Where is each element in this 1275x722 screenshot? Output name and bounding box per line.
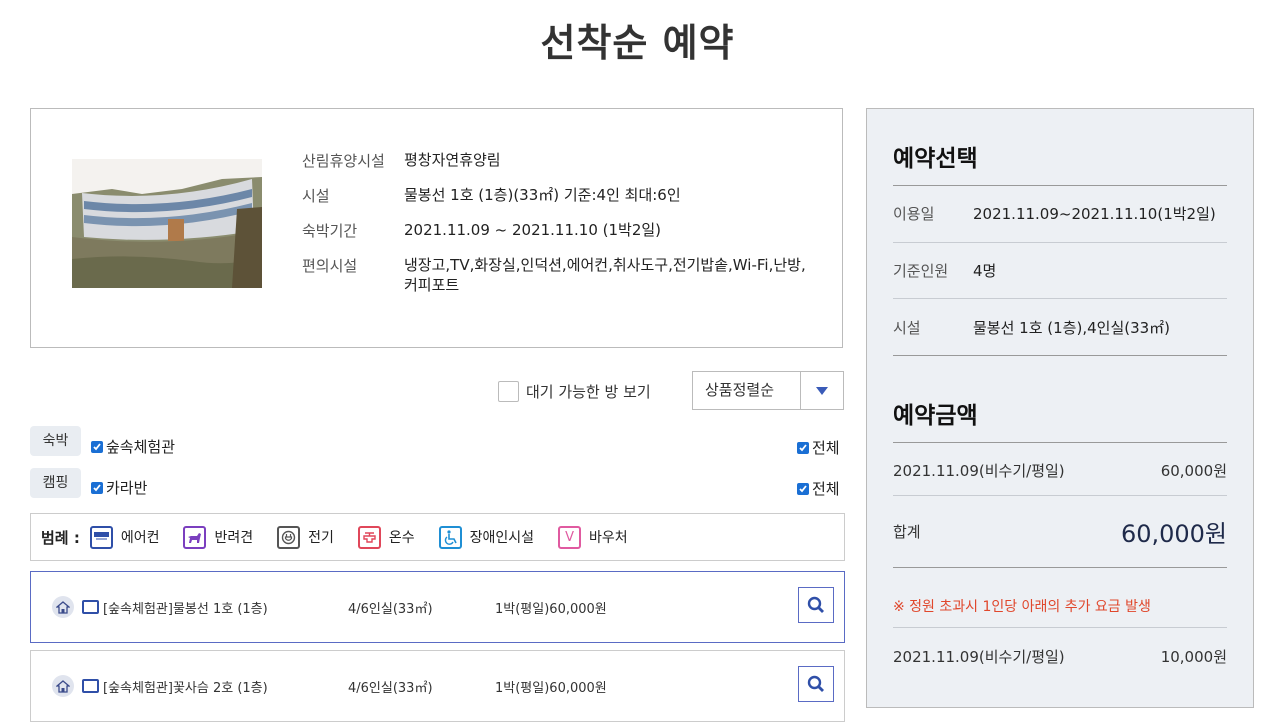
legend-label: 전기 xyxy=(308,530,334,546)
side-key: 이용일 xyxy=(893,205,935,223)
room-name: [숲속체험관]물봉선 1호 (1층) xyxy=(103,601,268,617)
waitlist-label: 대기 가능한 방 보기 xyxy=(526,383,651,401)
total-value: 60,000원 xyxy=(1120,520,1227,548)
info-key: 편의시설 xyxy=(302,257,358,275)
room-capacity: 4/6인실(33㎡) xyxy=(348,601,433,617)
checkbox-all-camping[interactable]: 전체 xyxy=(797,478,840,499)
divider xyxy=(893,627,1227,628)
checkmark-icon xyxy=(797,441,809,454)
info-value: 평창자연휴양림 xyxy=(404,151,501,169)
total-row: 합계 60,000원 xyxy=(893,514,1227,549)
info-key: 시설 xyxy=(302,187,330,205)
facility-photo xyxy=(72,149,262,288)
total-label: 합계 xyxy=(893,523,921,541)
search-icon[interactable] xyxy=(798,666,834,702)
price-date: 2021.11.09(비수기/평일) xyxy=(893,462,1065,480)
price-amount: 60,000원 xyxy=(1160,462,1227,480)
legend-item-aircon: 에어컨 xyxy=(89,525,160,549)
divider xyxy=(893,185,1227,186)
legend-item-accessible: 장애인시설 xyxy=(438,525,535,549)
side-row-date: 이용일 2021.11.09~2021.11.10(1박2일) xyxy=(893,203,1227,224)
room-row[interactable]: [숲속체험관]꽃사슴 2호 (1층) 4/6인실(33㎡) 1박(평일)60,0… xyxy=(30,650,845,722)
sort-value: 상품정렬순 xyxy=(693,372,801,409)
checkbox-all-lodging[interactable]: 전체 xyxy=(797,437,840,458)
room-price: 1박(평일)60,000원 xyxy=(495,601,607,617)
side-value: 4명 xyxy=(973,262,997,280)
divider xyxy=(893,442,1227,443)
legend-item-dog: 반려견 xyxy=(183,525,254,549)
legend-label: 온수 xyxy=(388,530,415,546)
reservation-summary-panel: 예약선택 이용일 2021.11.09~2021.11.10(1박2일) 기준인… xyxy=(866,108,1254,708)
voucher-icon: V xyxy=(558,525,582,549)
divider xyxy=(893,495,1227,496)
amount-title: 예약금액 xyxy=(893,403,978,429)
side-row-guests: 기준인원 4명 xyxy=(893,260,1227,281)
waitlist-checkbox[interactable]: 대기 가능한 방 보기 xyxy=(498,381,651,402)
checkbox-label: 카라반 xyxy=(106,479,148,497)
home-icon xyxy=(52,675,74,697)
extra-amount: 10,000원 xyxy=(1160,648,1227,666)
side-value: 2021.11.09~2021.11.10(1박2일) xyxy=(973,205,1216,223)
checkmark-icon xyxy=(797,482,809,495)
info-value: 물봉선 1호 (1층)(33㎡) 기준:4인 최대:6인 xyxy=(404,186,681,204)
sort-select[interactable]: 상품정렬순 xyxy=(692,371,844,410)
air-conditioner-icon xyxy=(82,679,99,693)
legend-label: 바우처 xyxy=(589,530,628,546)
checkbox-forest-experience[interactable]: 숲속체험관 xyxy=(91,436,175,457)
room-price: 1박(평일)60,000원 xyxy=(495,680,607,696)
info-value: 2021.11.09 ~ 2021.11.10 (1박2일) xyxy=(404,221,662,239)
plug-icon xyxy=(277,525,301,549)
side-value: 물봉선 1호 (1층),4인실(33㎡) xyxy=(973,319,1171,337)
extra-date: 2021.11.09(비수기/평일) xyxy=(893,648,1065,666)
chevron-down-icon[interactable] xyxy=(801,372,843,409)
checkbox-caravan[interactable]: 카라반 xyxy=(91,477,147,498)
dog-icon xyxy=(183,525,207,549)
legend-label: 장애인시설 xyxy=(469,530,535,546)
legend-item-voucher: V 바우처 xyxy=(558,525,628,549)
home-icon xyxy=(52,596,74,618)
checkbox-label: 숲속체험관 xyxy=(106,438,176,456)
search-icon[interactable] xyxy=(798,587,834,623)
checkmark-icon xyxy=(91,481,103,494)
legend-item-electric: 전기 xyxy=(277,525,334,549)
legend-item-hotwater: 온수 xyxy=(357,525,415,549)
checkmark-icon xyxy=(91,440,103,453)
info-row-room: 시설 물봉선 1호 (1층)(33㎡) 기준:4인 최대:6인 xyxy=(302,185,814,206)
hot-water-icon xyxy=(357,525,381,549)
info-row-period: 숙박기간 2021.11.09 ~ 2021.11.10 (1박2일) xyxy=(302,220,814,241)
facility-info-box: 산림휴양시설 평창자연휴양림 시설 물봉선 1호 (1층)(33㎡) 기준:4인… xyxy=(30,108,843,348)
side-row-room: 시설 물봉선 1호 (1층),4인실(33㎡) xyxy=(893,317,1227,338)
extra-charge-notice: ※ 정원 초과시 1인당 아래의 추가 요금 발생 xyxy=(893,599,1151,615)
side-key: 시설 xyxy=(893,319,921,337)
air-conditioner-icon xyxy=(82,600,99,614)
legend: 범례 : 에어컨 반려견 전기 온수 장애인시설 V 바우처 xyxy=(30,513,845,561)
page-title: 선착순 예약 xyxy=(540,21,735,65)
checkbox-label: 전체 xyxy=(812,480,840,498)
category-tag-camping: 캠핑 xyxy=(30,468,81,498)
wheelchair-icon xyxy=(438,525,462,549)
extra-price-line: 2021.11.09(비수기/평일) 10,000원 xyxy=(893,646,1227,667)
checkbox-box[interactable] xyxy=(498,381,519,402)
legend-label: 에어컨 xyxy=(120,530,160,546)
legend-title: 범례 : xyxy=(41,528,80,547)
checkbox-label: 전체 xyxy=(812,439,840,457)
divider xyxy=(893,355,1227,356)
divider xyxy=(893,298,1227,299)
room-name: [숲속체험관]꽃사슴 2호 (1층) xyxy=(103,680,268,696)
air-conditioner-icon xyxy=(89,525,113,549)
info-value: 냉장고,TV,화장실,인덕션,에어컨,취사도구,전기밥솥,Wi-Fi,난방,커피… xyxy=(404,256,806,294)
divider xyxy=(893,567,1227,568)
info-row-amenities: 편의시설 냉장고,TV,화장실,인덕션,에어컨,취사도구,전기밥솥,Wi-Fi,… xyxy=(302,255,814,295)
price-line: 2021.11.09(비수기/평일) 60,000원 xyxy=(893,460,1227,481)
room-row[interactable]: [숲속체험관]물봉선 1호 (1층) 4/6인실(33㎡) 1박(평일)60,0… xyxy=(30,571,845,643)
divider xyxy=(893,242,1227,243)
info-key: 숙박기간 xyxy=(302,222,358,240)
side-key: 기준인원 xyxy=(893,262,949,280)
info-key: 산림휴양시설 xyxy=(302,152,385,170)
category-tag-lodging: 숙박 xyxy=(30,426,81,456)
legend-label: 반려견 xyxy=(214,530,254,546)
info-row-facility: 산림휴양시설 평창자연휴양림 xyxy=(302,150,814,171)
room-capacity: 4/6인실(33㎡) xyxy=(348,680,433,696)
selection-title: 예약선택 xyxy=(893,146,978,172)
